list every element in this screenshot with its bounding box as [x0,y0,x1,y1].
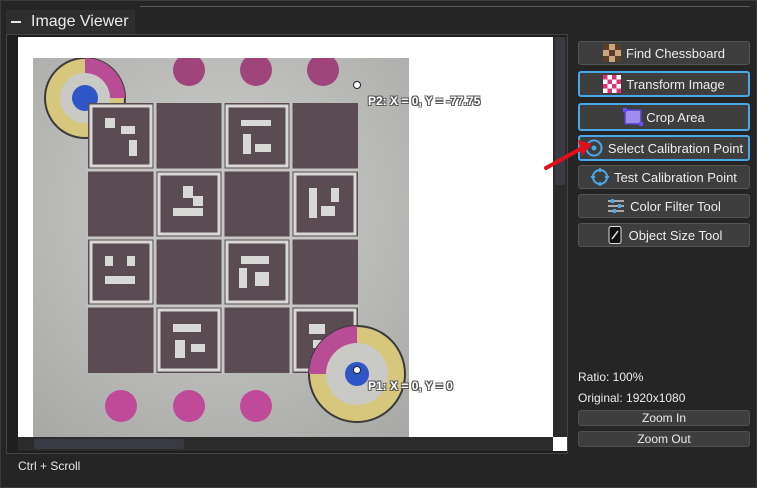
test-calibration-point-button[interactable]: Test Calibration Point [578,165,750,189]
image-canvas[interactable]: P2: X = 0, Y = -77.75 P1: X = 0, Y = 0 [18,37,553,437]
horizontal-scroll-thumb[interactable] [34,439,184,449]
select-calibration-point-label: Select Calibration Point [607,140,744,156]
header-divider [140,6,750,7]
zoom-out-button[interactable]: Zoom Out [578,431,750,447]
horizontal-scrollbar[interactable] [18,437,553,451]
sliders-icon [607,197,625,215]
test-calibration-point-label: Test Calibration Point [614,169,737,185]
zoom-hint: Ctrl + Scroll [18,459,81,473]
calibration-photo [33,58,409,437]
select-calibration-point-button[interactable]: Select Calibration Point [578,135,750,161]
p1-label: P1: X = 0, Y = 0 [368,379,453,393]
color-filter-tool-label: Color Filter Tool [630,198,721,214]
calibration-point-p1[interactable] [353,366,361,374]
checker-pink-icon [603,75,622,93]
zoom-in-button[interactable]: Zoom In [578,410,750,426]
ruler-icon [606,226,624,244]
scroll-corner [553,437,567,451]
calibration-board-image [33,58,409,437]
crop-icon [623,108,644,126]
color-filter-tool-button[interactable]: Color Filter Tool [578,194,750,218]
transform-image-button[interactable]: Transform Image [578,71,750,97]
collapse-icon[interactable] [9,15,23,29]
find-chessboard-button[interactable]: Find Chessboard [578,41,750,65]
vertical-scrollbar[interactable] [553,37,567,437]
transform-image-label: Transform Image [626,76,725,92]
calibration-point-p2[interactable] [353,81,361,89]
ratio-readout: Ratio: 100% [578,370,644,384]
red-arrow-annotation [544,140,592,170]
crop-area-label: Crop Area [646,109,705,125]
object-size-tool-label: Object Size Tool [628,227,723,243]
chessboard-icon [603,44,621,62]
original-size-readout: Original: 1920x1080 [578,391,686,405]
panel-title: Image Viewer [31,13,129,30]
p2-label: P2: X = 0, Y = -77.75 [368,94,481,108]
find-chessboard-label: Find Chessboard [626,45,725,61]
object-size-tool-button[interactable]: Object Size Tool [578,223,750,247]
crop-area-button[interactable]: Crop Area [578,103,750,131]
panel-header[interactable]: Image Viewer [6,10,135,34]
